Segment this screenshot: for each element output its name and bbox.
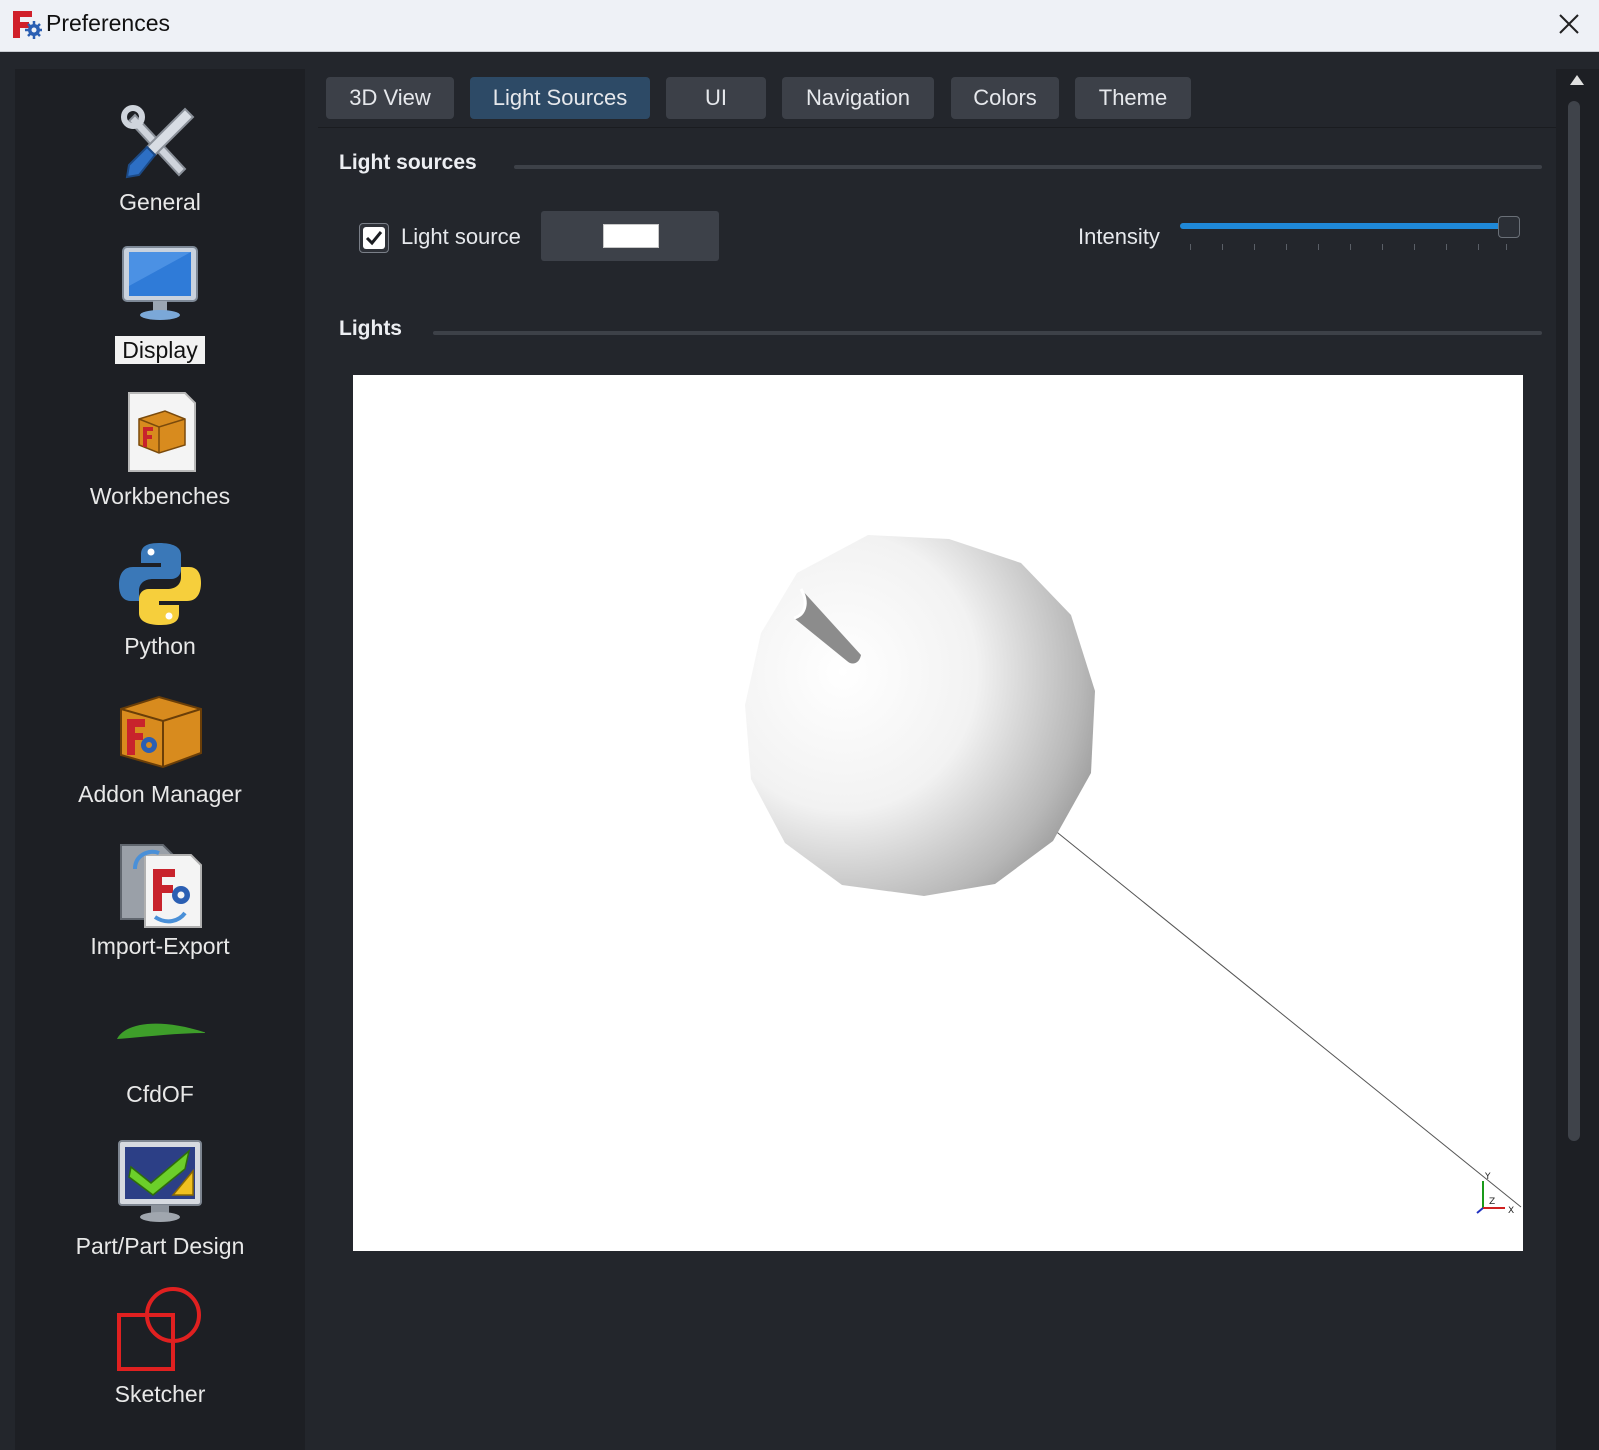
light-sources-heading: Light sources xyxy=(339,151,477,174)
wrench-screwdriver-icon xyxy=(121,105,195,179)
sidebar-item-workbenches[interactable]: Workbenches xyxy=(15,389,305,519)
freecad-logo-icon xyxy=(13,11,42,39)
scroll-up-arrow-icon[interactable] xyxy=(1570,75,1584,85)
window-title: Preferences xyxy=(46,10,171,36)
slider-tick xyxy=(1382,244,1383,250)
axis-label-z: Z xyxy=(1489,1197,1495,1207)
addon-box-icon xyxy=(120,695,202,769)
sidebar-item-import-export[interactable]: Import-Export xyxy=(15,839,305,969)
title-bar: Preferences xyxy=(0,0,1599,52)
slider-tick xyxy=(1506,244,1507,250)
sidebar-item-label: Sketcher xyxy=(114,1381,206,1407)
slider-tick xyxy=(1286,244,1287,250)
workbench-package-icon xyxy=(128,392,196,472)
sidebar-item-python[interactable]: Python xyxy=(15,539,305,669)
tab-bar-divider xyxy=(318,127,1558,128)
lights-heading: Lights xyxy=(339,317,402,340)
light-source-checkbox[interactable] xyxy=(359,223,389,253)
sidebar-item-label: CfdOF xyxy=(126,1081,194,1107)
light-direction-line xyxy=(1052,828,1522,1208)
light-color-swatch xyxy=(603,224,659,248)
python-logo-icon xyxy=(119,543,201,625)
light-preview-scene: Y X Z xyxy=(745,535,1522,1216)
preferences-sidebar: General Display Workbenches Python Addon… xyxy=(15,69,305,1450)
intensity-slider[interactable] xyxy=(1180,212,1520,252)
slider-tick xyxy=(1190,244,1191,250)
axis-indicator-icon: Y X Z xyxy=(1476,1172,1514,1216)
sidebar-item-label: Workbenches xyxy=(89,483,231,509)
sidebar-item-part-design[interactable]: Part/Part Design xyxy=(15,1137,305,1267)
part-design-icon xyxy=(118,1140,202,1222)
axis-label-x: X xyxy=(1508,1206,1514,1216)
tab-ui[interactable]: UI xyxy=(666,77,766,119)
tab-3d-view[interactable]: 3D View xyxy=(326,77,454,119)
slider-tick xyxy=(1254,244,1255,250)
light-sphere[interactable] xyxy=(745,535,1095,896)
slider-tick xyxy=(1414,244,1415,250)
light-color-button[interactable] xyxy=(541,211,719,261)
sidebar-item-label: Python xyxy=(124,633,196,659)
light-source-label: Light source xyxy=(401,224,521,249)
tab-navigation[interactable]: Navigation xyxy=(782,77,934,119)
airfoil-icon xyxy=(117,1023,205,1039)
sidebar-item-label: Display xyxy=(15,336,305,364)
sidebar-item-general[interactable]: General xyxy=(15,97,305,227)
monitor-icon xyxy=(122,246,198,320)
sidebar-item-display[interactable]: Display xyxy=(15,241,305,381)
section-divider xyxy=(433,331,1542,335)
lights-3d-viewport[interactable]: Y X Z xyxy=(353,375,1523,1251)
axis-label-y: Y xyxy=(1484,1172,1491,1182)
sidebar-item-sketcher[interactable]: Sketcher xyxy=(15,1285,305,1415)
sidebar-item-label: General xyxy=(119,189,201,215)
vertical-scrollbar[interactable] xyxy=(1556,69,1599,1450)
slider-tick xyxy=(1478,244,1479,250)
slider-track xyxy=(1180,223,1506,229)
slider-tick xyxy=(1222,244,1223,250)
slider-tick xyxy=(1446,244,1447,250)
sidebar-item-addon-manager[interactable]: Addon Manager xyxy=(15,689,305,819)
section-divider xyxy=(514,165,1542,169)
sidebar-item-label: Part/Part Design xyxy=(75,1233,245,1259)
sidebar-item-cfdof[interactable]: CfdOF xyxy=(15,989,305,1119)
checkmark-icon xyxy=(363,227,385,249)
sidebar-item-label: Addon Manager xyxy=(78,781,242,807)
tab-theme[interactable]: Theme xyxy=(1075,77,1191,119)
scrollbar-thumb[interactable] xyxy=(1568,101,1580,1141)
import-export-icon xyxy=(120,844,202,928)
slider-tick xyxy=(1318,244,1319,250)
tab-light-sources[interactable]: Light Sources xyxy=(470,77,650,119)
close-icon[interactable] xyxy=(1553,8,1585,40)
tab-colors[interactable]: Colors xyxy=(951,77,1059,119)
sidebar-item-label: Import-Export xyxy=(90,933,230,959)
sketcher-icon xyxy=(117,1287,201,1371)
slider-handle[interactable] xyxy=(1498,216,1520,238)
slider-tick xyxy=(1350,244,1351,250)
intensity-label: Intensity xyxy=(1078,224,1160,249)
